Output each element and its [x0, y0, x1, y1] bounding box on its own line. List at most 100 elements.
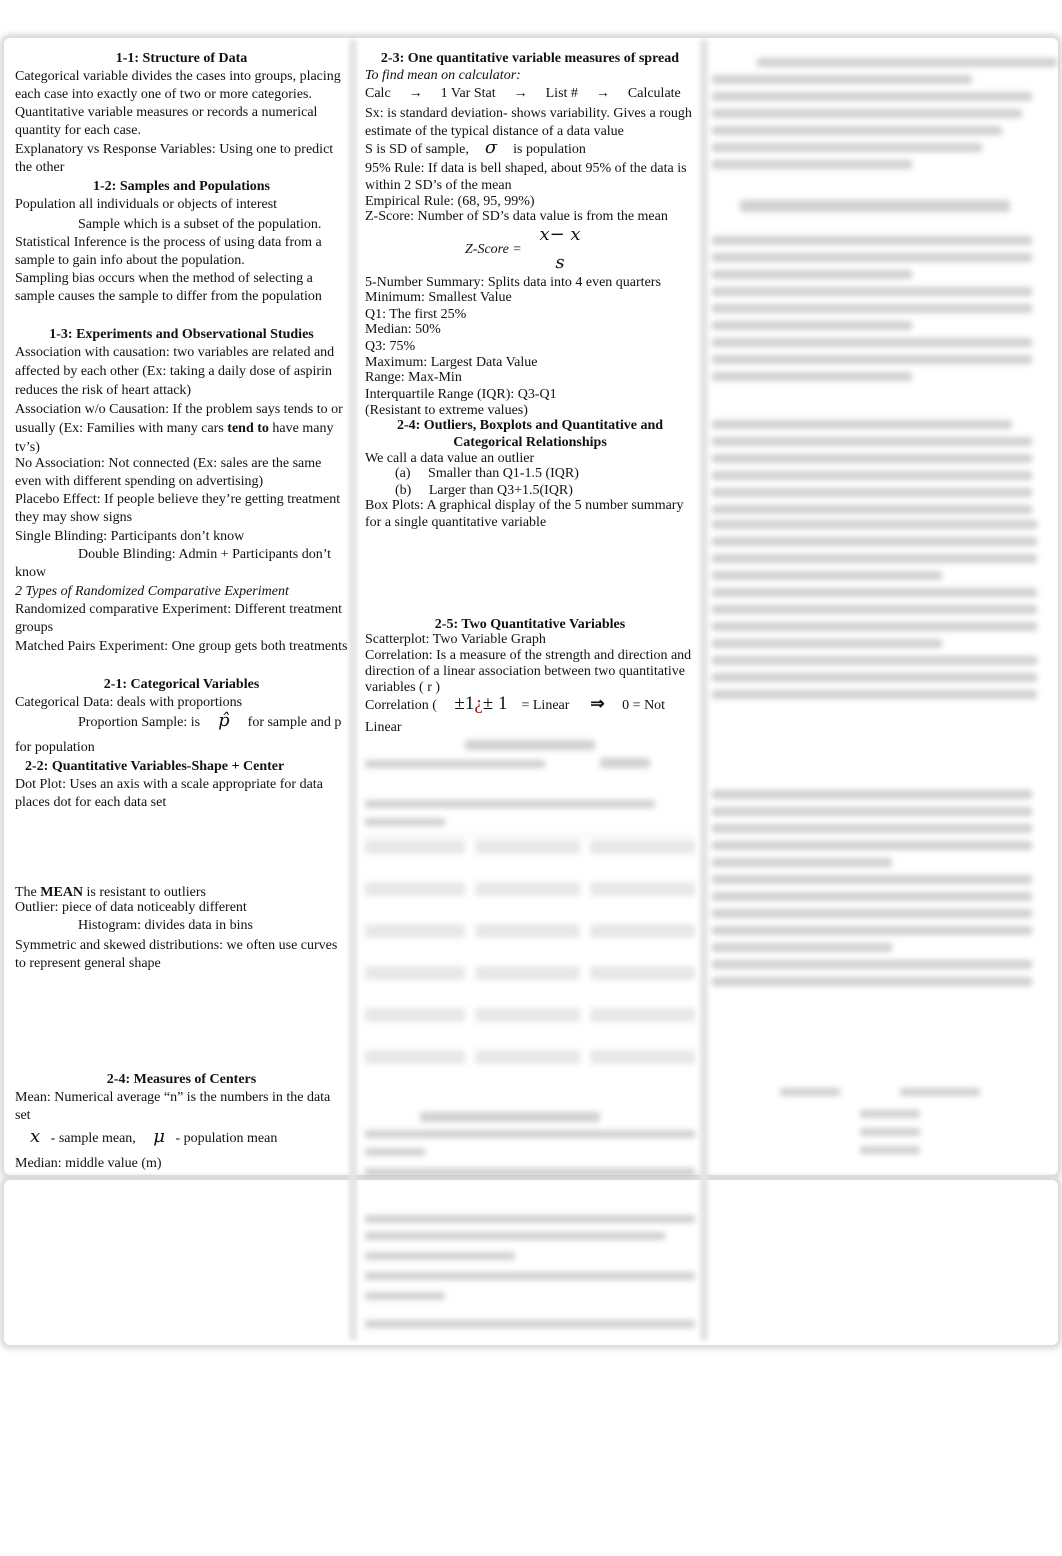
heading-structure-of-data: 1-1: Structure of Data [115, 51, 248, 66]
blurred-text-line [365, 1148, 425, 1156]
para-sd: S is SD of sample, σ is population [365, 137, 586, 158]
para-no-causation: Association w/o Causation: If the proble… [15, 402, 343, 455]
blurred-text-line [712, 471, 1032, 480]
heading-shape-center: 2-2: Quantitative Variables-Shape + Cent… [25, 759, 285, 774]
blurred-text-line [780, 1088, 840, 1096]
blurred-text-line [712, 943, 892, 952]
blurred-text-line [712, 488, 1032, 497]
blurred-text-line [365, 1232, 665, 1240]
blurred-text-line [712, 420, 1012, 429]
zscore-label: Z-Score = [465, 242, 522, 257]
para-outlier-a: (a) Smaller than Q1-1.5 (IQR) [395, 466, 579, 481]
para-types: 2 Types of Randomized Comparative Experi… [15, 584, 289, 599]
blurred-text-line [712, 673, 1037, 682]
blurred-text-line [365, 1008, 465, 1022]
blurred-text-line [712, 236, 1032, 245]
blurred-text-line [475, 1008, 580, 1022]
blurred-text-line [860, 1146, 920, 1154]
blurred-text-line [712, 454, 1032, 463]
para-placebo: Placebo Effect: If people believe they’r… [15, 492, 341, 525]
para-quantitative: Quantitative variable measures or record… [15, 105, 318, 138]
para-for-population: for population [15, 740, 95, 755]
blurred-text-line [900, 1088, 980, 1096]
para-min: Minimum: Smallest Value [365, 290, 512, 305]
p-hat-symbol: p̂ [218, 710, 230, 731]
para-sample: Sample which is a subset of the populati… [78, 217, 322, 232]
para-categorical-data: Categorical Data: deals with proportions [15, 695, 243, 710]
blurred-text-line [712, 554, 1037, 563]
blurred-text-line [590, 840, 695, 854]
blurred-text-line [712, 639, 942, 648]
para-median: Median: middle value (m) [15, 1156, 162, 1171]
para-double-blinding: Double Blinding: Admin + Participants do… [15, 547, 332, 580]
blurred-text-line [365, 1272, 695, 1280]
para-population: Population all individuals or objects of… [15, 197, 278, 212]
para-randomized: Randomized comparative Experiment: Diffe… [15, 602, 343, 635]
heading-spread: 2-3: One quantitative variable measures … [380, 51, 680, 66]
blurred-text-line [712, 926, 1032, 935]
para-range: Range: Max-Min [365, 370, 462, 385]
para-explanatory: Explanatory vs Response Variables: Using… [15, 142, 334, 175]
para-calc-title: To find mean on calculator: [365, 68, 521, 83]
blurred-text-line [590, 924, 695, 938]
blurred-text-line [365, 882, 465, 896]
blurred-text-line [365, 1168, 695, 1176]
blurred-text-line [757, 58, 1057, 67]
blurred-text-line [712, 75, 972, 84]
blurred-text-line [475, 882, 580, 896]
blurred-text-line [712, 909, 1032, 918]
blurred-text-line [365, 1130, 695, 1138]
blurred-text-line [712, 790, 1032, 799]
heading-measures-centers: 2-4: Measures of Centers [106, 1072, 257, 1087]
para-mean: Mean: Numerical average “n” is the numbe… [15, 1090, 331, 1123]
para-scatterplot: Scatterplot: Two Variable Graph [365, 632, 546, 647]
blurred-text-line [712, 520, 1037, 529]
blurred-text-line [365, 1320, 695, 1328]
para-mean-symbols: x - sample mean, μ - population mean [30, 1126, 278, 1147]
para-outlier: Outlier: piece of data noticeably differ… [15, 900, 247, 915]
blurred-text-line [712, 270, 912, 279]
para-no-association: No Association: Not connected (Ex: sales… [15, 456, 322, 489]
blurred-text-line [365, 924, 465, 938]
blurred-text-line [365, 800, 655, 808]
para-bias: Sampling bias occurs when the method of … [15, 271, 322, 304]
para-boxplots: Box Plots: A graphical display of the 5 … [365, 498, 684, 530]
para-proportion: Proportion Sample: is p̂ for sample and p [78, 710, 342, 731]
blurred-text-line [712, 355, 1032, 364]
blurred-text-line [365, 1292, 445, 1300]
mu-symbol: μ [153, 1126, 165, 1147]
blurred-text-line [712, 304, 1032, 313]
sigma-symbol: σ [484, 137, 498, 158]
blurred-text-line [712, 253, 1032, 262]
blurred-text-line [712, 824, 1032, 833]
blurred-text-line [712, 622, 1037, 631]
column-divider [349, 40, 357, 1340]
blurred-text-line [365, 966, 465, 980]
x-bar-symbol: x [30, 1126, 41, 1147]
blurred-text-line [712, 437, 1032, 446]
blurred-text-line [475, 1050, 580, 1064]
para-95-rule: 95% Rule: If data is bell shaped, about … [365, 161, 687, 193]
blurred-text-line [590, 882, 695, 896]
para-categorical: Categorical variable divides the cases i… [15, 69, 341, 102]
para-symmetric: Symmetric and skewed distributions: we o… [15, 938, 338, 971]
heading-experiments: 1-3: Experiments and Observational Studi… [49, 327, 314, 342]
para-q3: Q3: 75% [365, 339, 416, 354]
heading-categorical-variables: 2-1: Categorical Variables [103, 677, 260, 692]
zscore-denominator: s [555, 252, 565, 273]
blurred-text-line [712, 321, 912, 330]
blurred-text-line [465, 740, 595, 750]
para-zscore: Z-Score: Number of SD’s data value is fr… [365, 209, 668, 224]
blurred-text-line [712, 841, 1032, 850]
blurred-text-line [860, 1110, 920, 1118]
blurred-text-line [712, 605, 1037, 614]
blurred-text-line [712, 960, 1032, 969]
correlation-row: Correlation ( ±1¿± 1 = Linear ⇒ 0 = Not [365, 693, 666, 714]
zscore-numerator: x− x [539, 224, 581, 245]
blurred-text-line [712, 858, 892, 867]
blurred-text-line [712, 338, 1032, 347]
heading-outliers: 2-4: Outliers, Boxplots and Quantitative… [396, 418, 664, 450]
blurred-text-line [712, 656, 1037, 665]
para-median-50: Median: 50% [365, 322, 441, 337]
blurred-text-line [590, 966, 695, 980]
